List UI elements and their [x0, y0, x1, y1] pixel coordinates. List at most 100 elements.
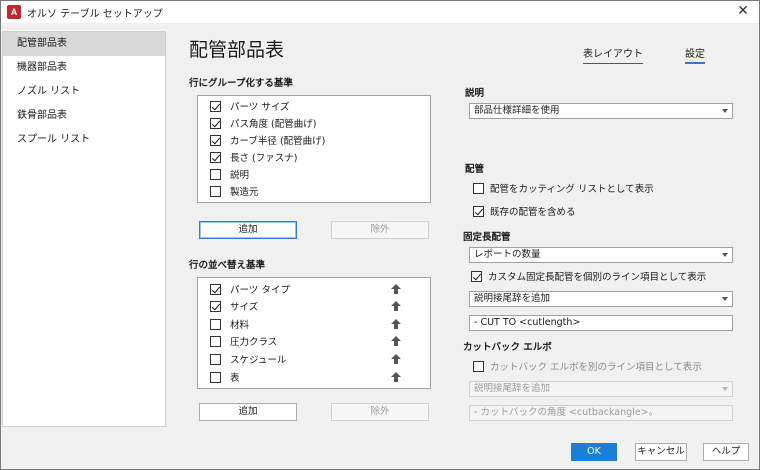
list-item-label: 圧力クラス — [230, 337, 278, 348]
list-item[interactable]: サイズ — [210, 298, 258, 314]
fixed-length-suffix-field[interactable]: - CUT TO <cutlength> — [469, 315, 733, 331]
list-item[interactable]: 長さ (ファスナ) — [210, 149, 297, 165]
up-arrow-icon[interactable] — [391, 354, 401, 364]
include-existing-option-label: 既存の配管を含める — [490, 207, 576, 218]
cutting-list-option[interactable]: 配管をカッティング リストとして表示 — [473, 181, 654, 195]
up-arrow-icon[interactable] — [391, 301, 401, 311]
list-item-label: パーツ サイズ — [230, 102, 290, 113]
fixed-length-dropdown[interactable]: レポートの数量 — [469, 247, 733, 263]
checkbox[interactable] — [210, 151, 221, 163]
list-item[interactable]: パーツ タイプ — [210, 281, 290, 297]
checkbox[interactable] — [210, 335, 221, 347]
sidebar: 配管部品表 機器部品表 ノズル リスト 鉄骨部品表 スプール リスト — [2, 31, 166, 427]
sidebar-item-equipment-bom[interactable]: 機器部品表 — [3, 56, 165, 80]
cutback-suffix-dropdown-value: 説明接尾辞を追加 — [474, 383, 551, 394]
description-dropdown-value: 部品仕様詳細を使用 — [474, 105, 560, 116]
checkbox[interactable] — [473, 205, 484, 217]
sidebar-item-spool-list[interactable]: スプール リスト — [3, 128, 165, 152]
close-icon[interactable]: ✕ — [735, 3, 751, 19]
custom-fixed-length-option-label: カスタム固定長配管を個別のライン項目として表示 — [488, 272, 707, 283]
list-item-label: 表 — [230, 373, 240, 384]
list-item[interactable]: スケジュール — [210, 351, 286, 367]
sidebar-item-nozzle-list[interactable]: ノズル リスト — [3, 80, 165, 104]
cutback-label: カットバック エルボ — [463, 342, 552, 353]
tab-settings[interactable]: 設定 — [685, 45, 705, 64]
checkbox[interactable] — [210, 117, 221, 129]
chevron-down-icon — [722, 387, 728, 391]
fixed-length-dropdown-value: レポートの数量 — [474, 249, 541, 260]
sort-remove-button[interactable]: 除外 — [331, 403, 429, 421]
chevron-down-icon — [722, 297, 728, 301]
up-arrow-icon[interactable] — [391, 372, 401, 382]
include-existing-option[interactable]: 既存の配管を含める — [473, 204, 576, 218]
checkbox[interactable] — [210, 353, 221, 365]
title-bar: A オルソ テーブル セットアップ ✕ — [1, 1, 759, 23]
list-item-label: パーツ タイプ — [230, 285, 290, 296]
piping-label: 配管 — [465, 164, 485, 175]
checkbox[interactable] — [210, 283, 221, 295]
tab-table-layout[interactable]: 表レイアウト — [583, 45, 643, 64]
fixed-length-label: 固定長配管 — [463, 232, 511, 243]
checkbox[interactable] — [210, 185, 221, 197]
list-item-label: 長さ (ファスナ) — [230, 153, 298, 164]
checkbox[interactable] — [473, 182, 484, 194]
up-arrow-icon[interactable] — [391, 319, 401, 329]
main-panel: 配管部品表 表レイアウト 設定 行にグループ化する基準 パーツ サイズ パス角度… — [167, 23, 759, 469]
checkbox[interactable] — [471, 270, 482, 282]
checkbox[interactable] — [473, 360, 484, 372]
sidebar-item-steel-bom[interactable]: 鉄骨部品表 — [3, 104, 165, 128]
app-logo-icon: A — [7, 5, 21, 19]
list-item-label: 材料 — [230, 320, 250, 331]
custom-fixed-length-option[interactable]: カスタム固定長配管を個別のライン項目として表示 — [471, 269, 706, 283]
list-item-label: 説明 — [230, 170, 250, 181]
up-arrow-icon[interactable] — [391, 336, 401, 346]
cutback-suffix-dropdown[interactable]: 説明接尾辞を追加 — [469, 381, 733, 397]
sort-rows-label: 行の並べ替え基準 — [189, 260, 266, 271]
ok-button[interactable]: OK — [571, 443, 617, 461]
list-item[interactable]: パス角度 (配管曲げ) — [210, 115, 316, 131]
sort-rows-list: パーツ タイプ サイズ 材料 圧力クラス スケジュール 表 — [197, 277, 431, 389]
list-item-label: スケジュール — [230, 355, 287, 366]
up-arrow-icon[interactable] — [391, 284, 401, 294]
group-remove-button[interactable]: 除外 — [331, 221, 429, 239]
list-item-label: カーブ半径 (配管曲げ) — [230, 136, 326, 147]
list-item[interactable]: 説明 — [210, 166, 249, 182]
checkbox[interactable] — [210, 318, 221, 330]
description-dropdown[interactable]: 部品仕様詳細を使用 — [469, 103, 733, 119]
list-item[interactable]: 製造元 — [210, 183, 259, 199]
checkbox[interactable] — [210, 371, 221, 383]
group-rows-list: パーツ サイズ パス角度 (配管曲げ) カーブ半径 (配管曲げ) 長さ (ファス… — [197, 95, 431, 203]
cancel-button[interactable]: キャンセル — [635, 443, 687, 461]
sort-add-button[interactable]: 追加 — [199, 403, 297, 421]
list-item[interactable]: 圧力クラス — [210, 333, 277, 349]
fixed-length-suffix-dropdown-value: 説明接尾辞を追加 — [474, 293, 551, 304]
cutback-suffix-field[interactable]: - カットバックの角度 <cutbackangle>。 — [469, 405, 733, 421]
list-item[interactable]: 材料 — [210, 316, 249, 332]
list-item[interactable]: 表 — [210, 369, 240, 385]
cutting-list-option-label: 配管をカッティング リストとして表示 — [490, 184, 654, 195]
checkbox[interactable] — [210, 100, 221, 112]
description-label: 説明 — [465, 88, 485, 99]
group-add-button[interactable]: 追加 — [199, 221, 297, 239]
checkbox[interactable] — [210, 134, 221, 146]
cutback-option[interactable]: カットバック エルボを別のライン項目として表示 — [473, 359, 702, 373]
list-item-label: パス角度 (配管曲げ) — [230, 119, 317, 130]
group-rows-label: 行にグループ化する基準 — [189, 78, 293, 89]
tab-bar: 表レイアウト 設定 — [583, 45, 705, 64]
help-button[interactable]: ヘルプ — [703, 443, 749, 461]
window-title: オルソ テーブル セットアップ — [27, 8, 163, 20]
page-title: 配管部品表 — [189, 39, 285, 61]
sidebar-item-piping-bom[interactable]: 配管部品表 — [3, 32, 165, 56]
checkbox[interactable] — [210, 168, 221, 180]
chevron-down-icon — [722, 109, 728, 113]
fixed-length-suffix-dropdown[interactable]: 説明接尾辞を追加 — [469, 291, 733, 307]
cutback-option-label: カットバック エルボを別のライン項目として表示 — [490, 362, 702, 373]
list-item[interactable]: カーブ半径 (配管曲げ) — [210, 132, 325, 148]
chevron-down-icon — [722, 253, 728, 257]
app-logo-letter: A — [10, 7, 18, 17]
checkbox[interactable] — [210, 300, 221, 312]
list-item[interactable]: パーツ サイズ — [210, 98, 290, 114]
list-item-label: サイズ — [230, 302, 259, 313]
setup-dialog: A オルソ テーブル セットアップ ✕ 配管部品表 機器部品表 ノズル リスト … — [0, 0, 760, 470]
list-item-label: 製造元 — [230, 187, 259, 198]
